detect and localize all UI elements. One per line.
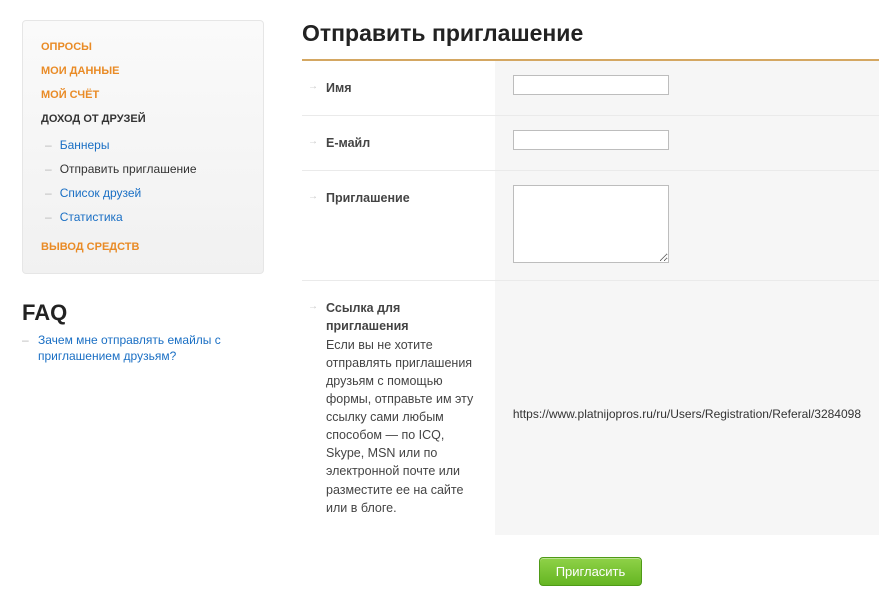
arrow-icon: → bbox=[308, 81, 318, 92]
name-label: Имя bbox=[326, 79, 352, 97]
sidebar-nav: ОПРОСЫ МОИ ДАННЫЕ МОЙ СЧЁТ ДОХОД ОТ ДРУЗ… bbox=[22, 20, 264, 274]
name-input[interactable] bbox=[513, 75, 669, 95]
invite-textarea[interactable] bbox=[513, 185, 669, 263]
sub-statistics[interactable]: Статистика bbox=[60, 210, 123, 224]
faq-list: Зачем мне отправлять емайлы с приглашени… bbox=[22, 330, 264, 366]
referral-link-value: https://www.platnijopros.ru/ru/Users/Reg… bbox=[513, 295, 861, 421]
arrow-icon: → bbox=[308, 136, 318, 147]
sub-friends-list[interactable]: Список друзей bbox=[60, 186, 142, 200]
nav-friends-income: ДОХОД ОТ ДРУЗЕЙ bbox=[41, 107, 247, 131]
page-title: Отправить приглашение bbox=[302, 20, 879, 47]
invite-form: → Имя → Е-майл bbox=[302, 61, 879, 535]
nav-withdraw[interactable]: ВЫВОД СРЕДСТВ bbox=[41, 235, 247, 259]
nav-surveys[interactable]: ОПРОСЫ bbox=[41, 35, 247, 59]
invite-label: Приглашение bbox=[326, 189, 410, 207]
referral-link-label-desc: Если вы не хотите отправлять приглашения… bbox=[326, 338, 473, 515]
friends-submenu: Баннеры Отправить приглашение Список дру… bbox=[41, 131, 247, 235]
email-label: Е-майл bbox=[326, 134, 370, 152]
email-input[interactable] bbox=[513, 130, 669, 150]
faq-item-1[interactable]: Зачем мне отправлять емайлы с приглашени… bbox=[38, 332, 264, 364]
faq-heading: FAQ bbox=[22, 300, 264, 326]
nav-my-account[interactable]: МОЙ СЧЁТ bbox=[41, 83, 247, 107]
nav-my-data[interactable]: МОИ ДАННЫЕ bbox=[41, 59, 247, 83]
sub-send-invite: Отправить приглашение bbox=[60, 162, 197, 176]
sub-banners[interactable]: Баннеры bbox=[60, 138, 110, 152]
referral-link-label-bold: Ссылка для приглашения bbox=[326, 301, 409, 333]
arrow-icon: → bbox=[308, 191, 318, 202]
invite-button[interactable]: Пригласить bbox=[539, 557, 643, 586]
referral-link-label: Ссылка для приглашения Если вы не хотите… bbox=[326, 299, 481, 517]
arrow-icon: → bbox=[308, 301, 318, 312]
